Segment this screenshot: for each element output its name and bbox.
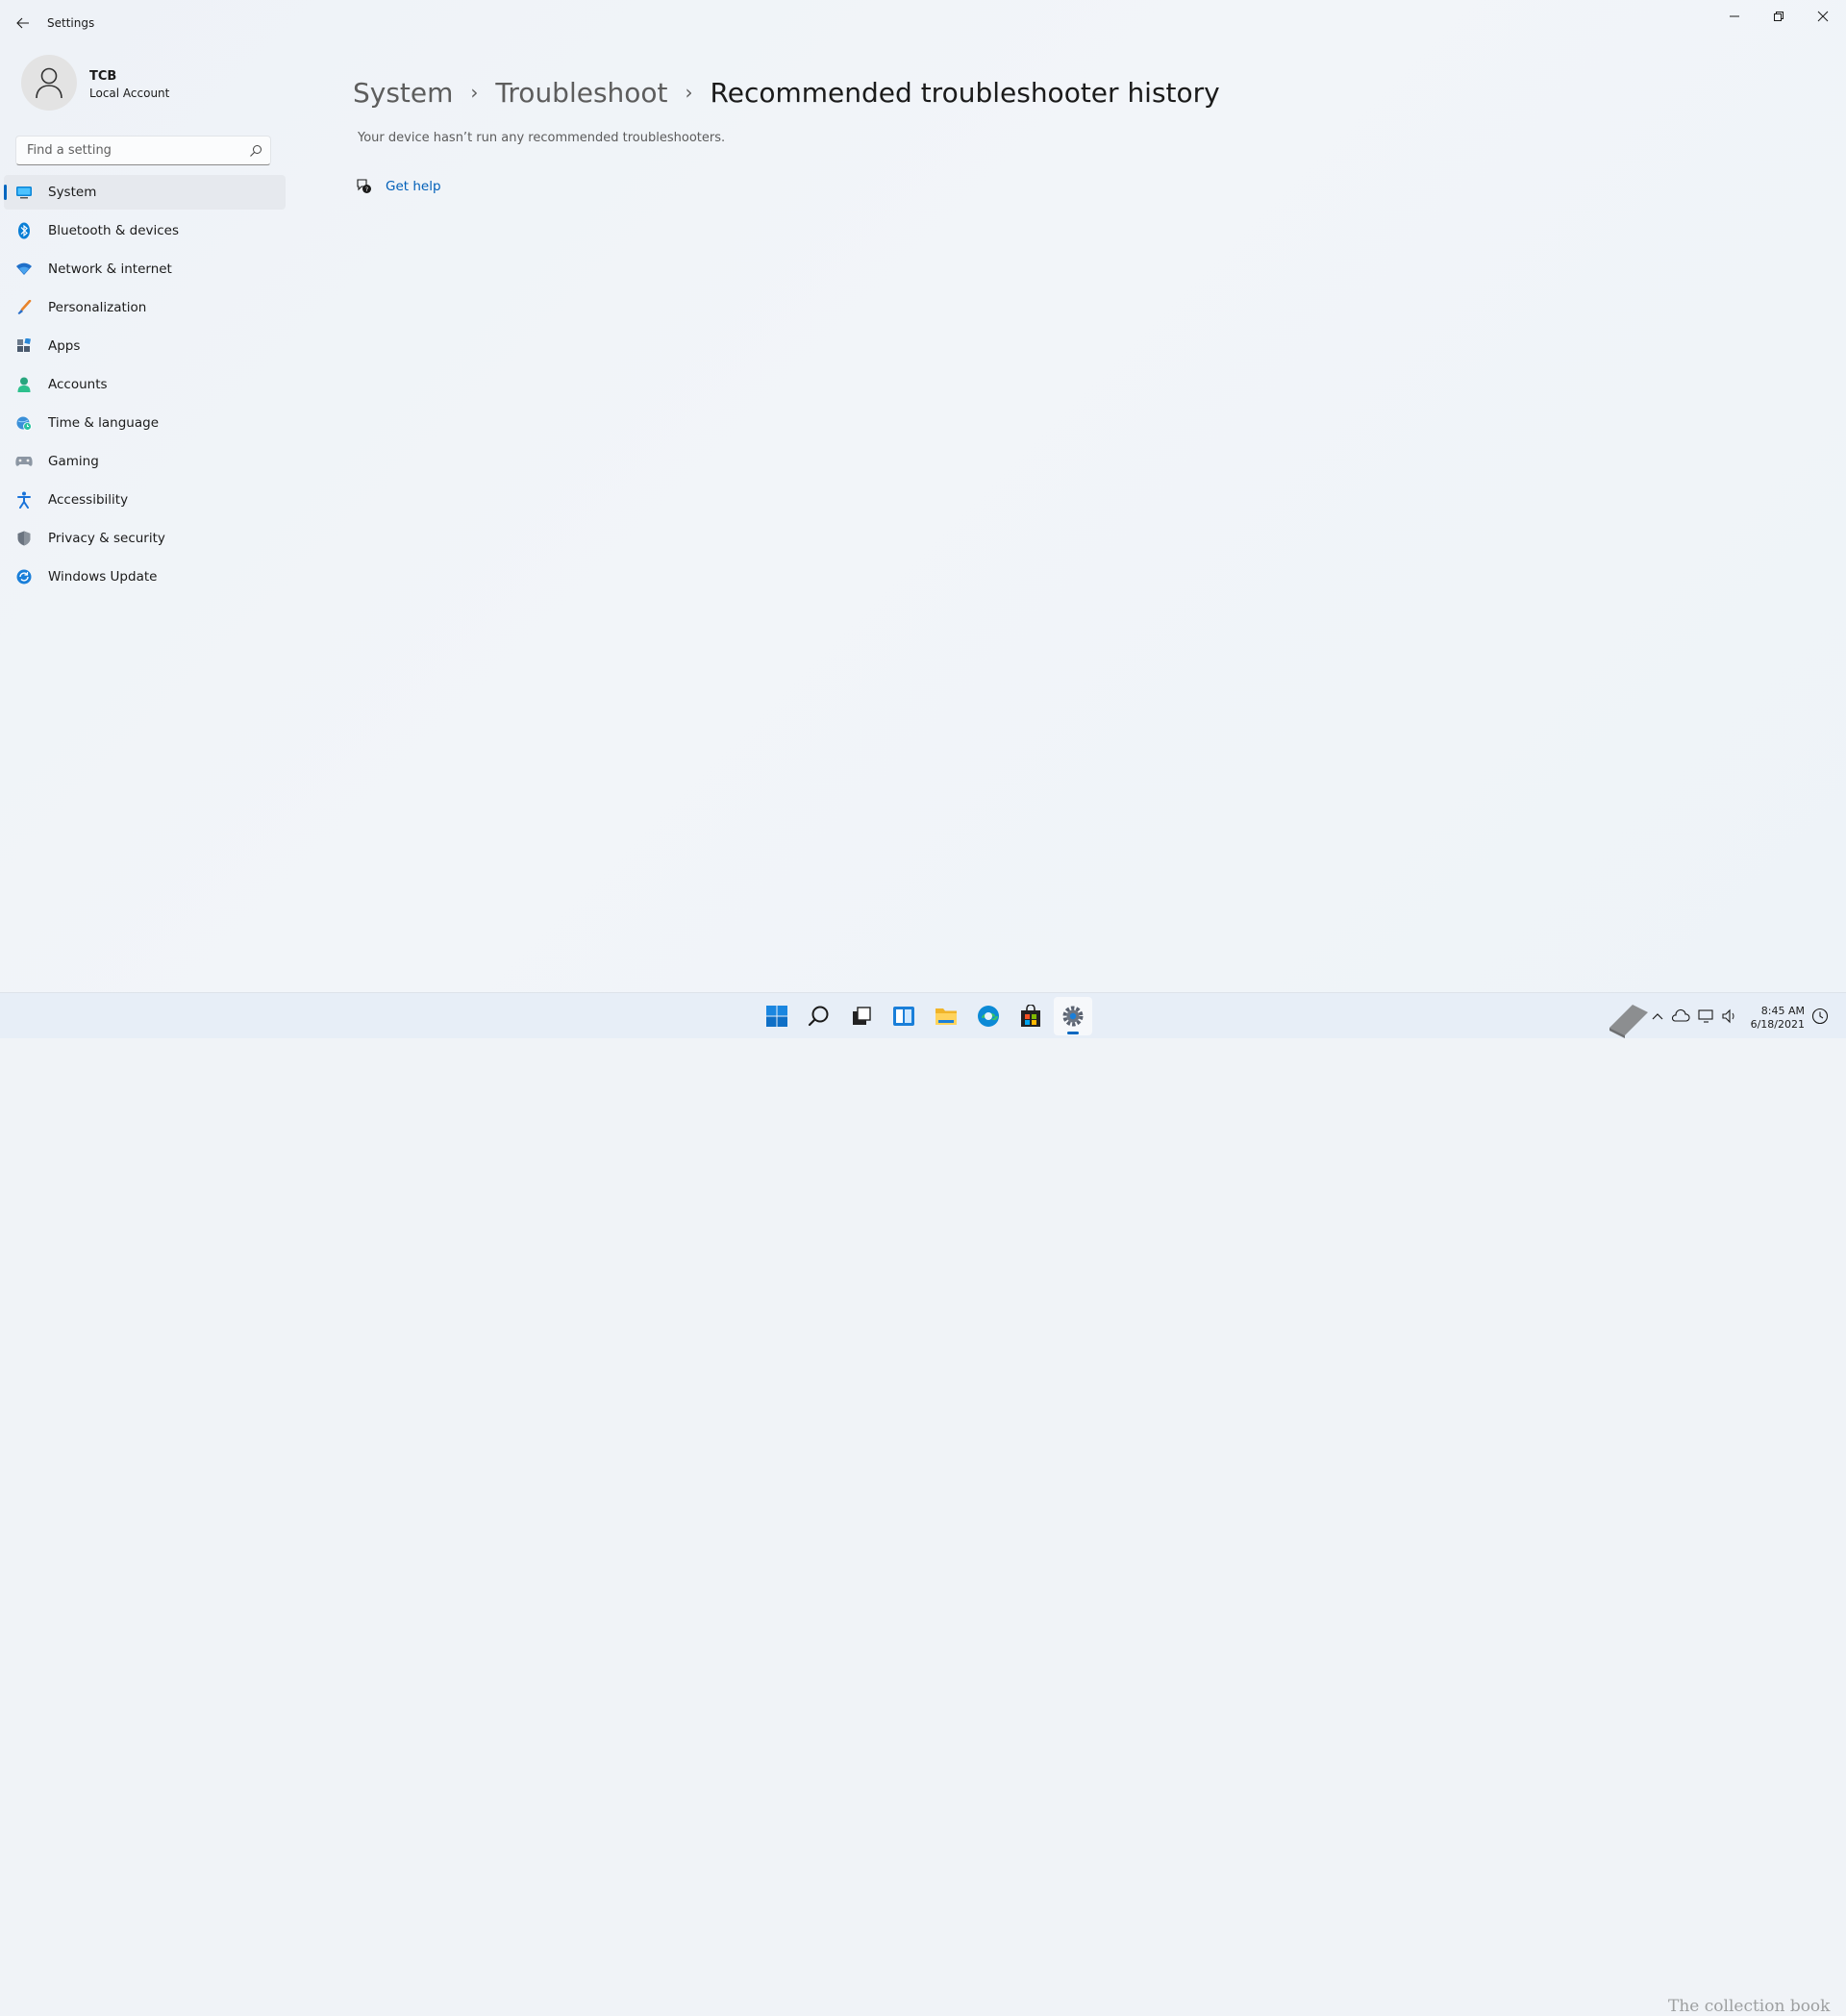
- breadcrumb-separator: ›: [685, 81, 693, 104]
- sidebar-item-gaming[interactable]: Gaming: [4, 444, 286, 479]
- update-icon: [15, 568, 33, 585]
- edge-button[interactable]: [969, 997, 1008, 1035]
- sidebar-item-label: Accounts: [48, 377, 108, 392]
- sidebar-item-label: Network & internet: [48, 261, 172, 277]
- taskbar-clock[interactable]: 8:45 AM 6/18/2021: [1751, 1005, 1805, 1032]
- get-help-link[interactable]: ? Get help: [356, 178, 441, 195]
- onedrive-button[interactable]: [1671, 1008, 1690, 1024]
- user-name: TCB: [89, 69, 117, 84]
- sidebar-item-label: Privacy & security: [48, 531, 165, 546]
- breadcrumb-system[interactable]: System: [353, 77, 453, 109]
- watermark-text: The collection book: [1668, 1997, 1831, 2016]
- search-icon: [808, 1006, 829, 1027]
- widgets-icon: [893, 1007, 914, 1026]
- settings-icon: [1062, 1006, 1084, 1027]
- arrow-left-icon: [16, 17, 29, 29]
- clock-date: 6/18/2021: [1750, 1018, 1805, 1031]
- volume-button[interactable]: [1721, 1008, 1738, 1024]
- brush-icon: [15, 299, 33, 316]
- sidebar-item-system[interactable]: System: [4, 175, 286, 210]
- show-hidden-icons-button[interactable]: [1652, 1008, 1663, 1024]
- sidebar-item-apps[interactable]: Apps: [4, 329, 286, 363]
- sidebar-item-label: System: [48, 185, 97, 200]
- app-title: Settings: [47, 16, 95, 30]
- restore-button[interactable]: [1757, 2, 1801, 31]
- avatar[interactable]: [21, 55, 77, 111]
- file-explorer-button[interactable]: [927, 997, 965, 1035]
- widgets-button[interactable]: [885, 997, 923, 1035]
- person-icon: [36, 67, 62, 99]
- sidebar-item-label: Bluetooth & devices: [48, 223, 180, 238]
- wifi-icon: [15, 261, 33, 278]
- sidebar-nav: System Bluetooth & devices Network & int…: [4, 175, 286, 598]
- minimize-icon: [1730, 15, 1739, 17]
- sidebar-item-privacy[interactable]: Privacy & security: [4, 521, 286, 556]
- taskbar: The collection book 8:45 AM 6/18/2021: [0, 992, 1846, 2016]
- accessibility-icon: [15, 491, 33, 509]
- start-button[interactable]: [758, 997, 796, 1035]
- bluetooth-icon: [15, 222, 33, 239]
- notification-icon: [1811, 1008, 1829, 1025]
- shield-icon: [15, 530, 33, 547]
- sidebar-item-label: Accessibility: [48, 492, 129, 508]
- get-help-label: Get help: [386, 179, 441, 194]
- sidebar-item-accounts[interactable]: Accounts: [4, 367, 286, 402]
- minimize-button[interactable]: [1712, 2, 1757, 31]
- edge-icon: [978, 1006, 999, 1027]
- network-status-button[interactable]: [1698, 1008, 1715, 1024]
- settings-window: Settings TCB Local Account Find a settin…: [0, 0, 1846, 992]
- speaker-icon: [1722, 1008, 1734, 1024]
- close-icon: [1817, 11, 1829, 22]
- restore-icon: [1774, 12, 1784, 21]
- search-input[interactable]: [25, 142, 240, 159]
- sidebar-item-personalization[interactable]: Personalization: [4, 290, 286, 325]
- page-title: Recommended troubleshooter history: [710, 76, 1220, 109]
- back-button[interactable]: [10, 12, 37, 35]
- sidebar-item-time-language[interactable]: Time & language: [4, 406, 286, 440]
- store-button[interactable]: [1011, 997, 1050, 1035]
- sidebar-item-label: Gaming: [48, 454, 99, 469]
- breadcrumb: System › Troubleshoot › Recommended trou…: [353, 73, 1220, 112]
- sidebar-item-network[interactable]: Network & internet: [4, 252, 286, 286]
- sidebar-item-label: Apps: [48, 338, 81, 354]
- sidebar-item-label: Personalization: [48, 300, 147, 315]
- globe-clock-icon: [15, 414, 33, 432]
- file-explorer-icon: [935, 1008, 957, 1025]
- settings-app-button[interactable]: [1054, 997, 1092, 1035]
- breadcrumb-separator: ›: [470, 81, 479, 104]
- svg-text:?: ?: [365, 186, 368, 193]
- search-icon: [250, 145, 262, 157]
- task-view-button[interactable]: [842, 997, 881, 1035]
- breadcrumb-troubleshoot[interactable]: Troubleshoot: [495, 77, 667, 109]
- store-icon: [1021, 1005, 1040, 1027]
- person-icon: [15, 376, 33, 393]
- search-box[interactable]: [15, 136, 271, 165]
- close-button[interactable]: [1801, 2, 1845, 31]
- apps-icon: [15, 337, 33, 355]
- taskbar-apps: [758, 997, 1096, 1035]
- sidebar-item-label: Windows Update: [48, 569, 158, 585]
- gamepad-icon: [15, 453, 33, 470]
- system-icon: [15, 184, 33, 201]
- sidebar-item-windows-update[interactable]: Windows Update: [4, 560, 286, 594]
- clock-time: 8:45 AM: [1760, 1005, 1805, 1017]
- cloud-icon: [1671, 1008, 1690, 1022]
- history-empty-message: Your device hasn’t run any recommended t…: [358, 131, 726, 145]
- start-icon: [766, 1006, 787, 1027]
- sidebar-item-bluetooth[interactable]: Bluetooth & devices: [4, 213, 286, 248]
- chevron-up-icon: [1652, 1013, 1663, 1020]
- notifications-button[interactable]: [1811, 1008, 1829, 1025]
- sidebar-item-accessibility[interactable]: Accessibility: [4, 483, 286, 517]
- task-view-icon: [853, 1007, 871, 1025]
- account-type: Local Account: [89, 87, 170, 100]
- book-icon: [1609, 1005, 1648, 1038]
- network-icon: [1698, 1009, 1713, 1023]
- help-chat-icon: ?: [357, 179, 371, 193]
- sidebar-item-label: Time & language: [48, 415, 160, 431]
- title-bar: Settings: [0, 0, 1846, 46]
- taskbar-search-button[interactable]: [800, 997, 838, 1035]
